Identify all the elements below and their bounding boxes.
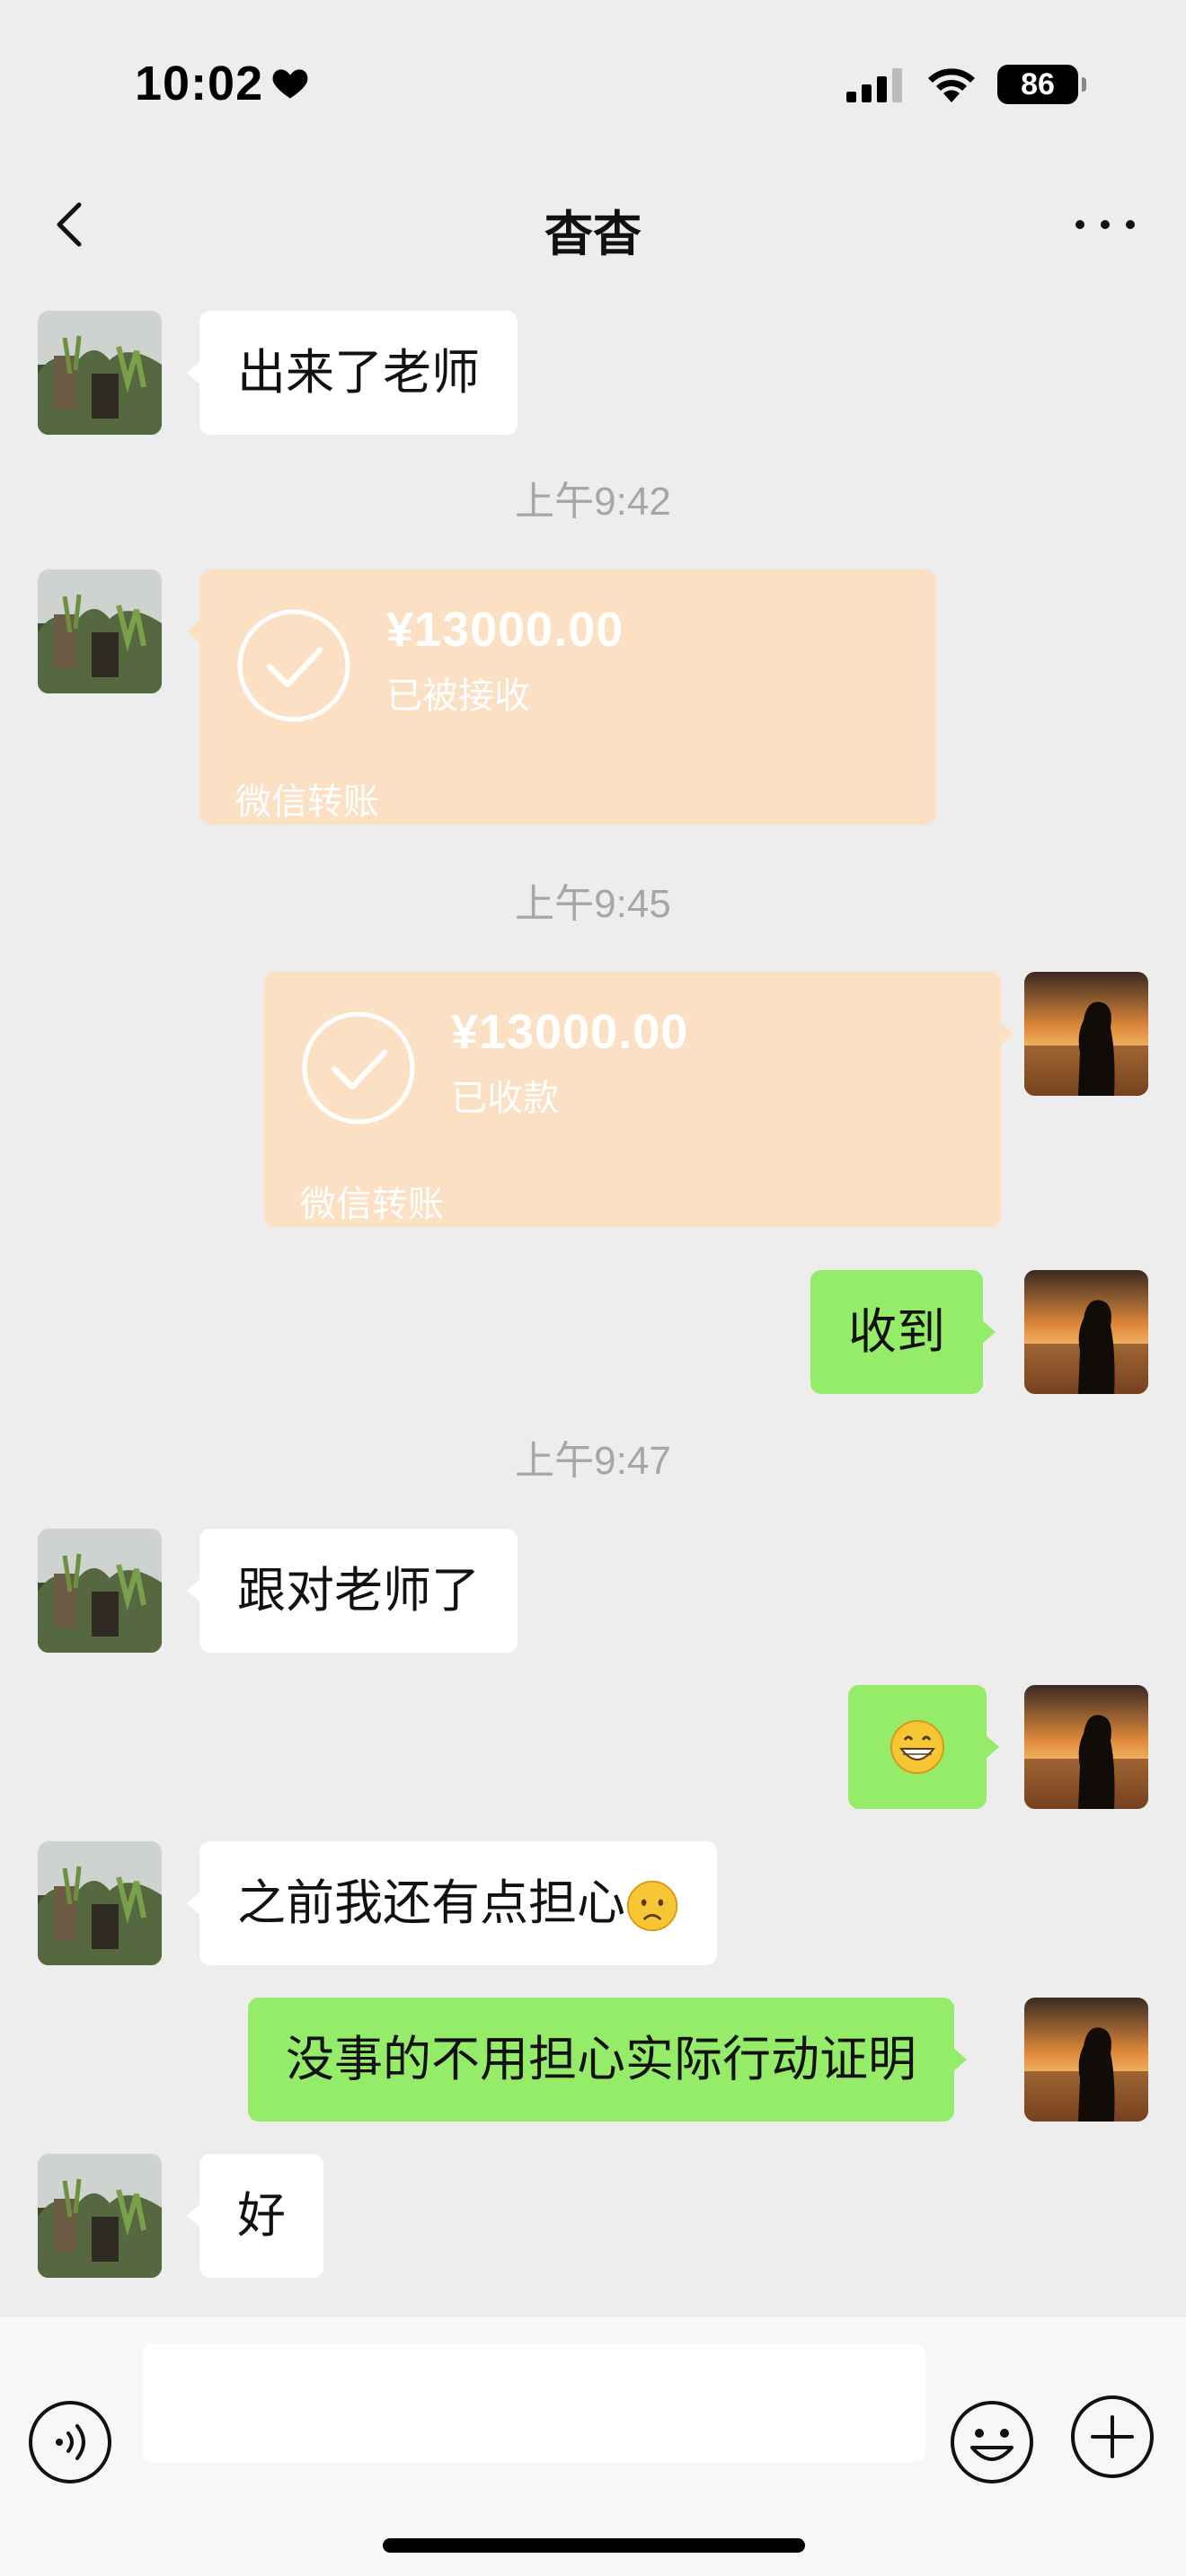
transfer-status: 已收款 <box>451 1078 559 1119</box>
timestamp: 上午9:45 <box>515 882 671 926</box>
message-input[interactable] <box>142 2343 925 2462</box>
contact-avatar[interactable] <box>38 569 162 693</box>
input-bar <box>0 2316 1186 2576</box>
incoming-message[interactable]: 好 <box>187 2154 323 2278</box>
wifi-icon <box>928 68 975 102</box>
worried-face-emoji-icon <box>626 1881 678 1932</box>
outgoing-emoji-message[interactable] <box>848 1685 999 1809</box>
nav-bar: 杳杳 <box>0 171 1186 278</box>
incoming-message[interactable]: 跟对老师了 <box>187 1529 518 1653</box>
more-actions-plus-icon[interactable] <box>1069 2394 1155 2480</box>
contact-avatar[interactable] <box>38 1841 162 1965</box>
incoming-message[interactable]: 出来了老师 <box>187 311 518 435</box>
outgoing-message[interactable]: 收到 <box>810 1270 996 1394</box>
my-avatar[interactable] <box>1024 972 1148 1096</box>
battery-indicator: 86 <box>997 65 1086 104</box>
grinning-face-emoji-icon <box>890 1720 944 1774</box>
chat-title: 杳杳 <box>544 206 642 262</box>
transfer-amount: ¥13000.00 <box>451 1005 689 1059</box>
home-indicator[interactable] <box>383 2538 805 2553</box>
check-circle-icon <box>302 1011 415 1125</box>
outgoing-message[interactable]: 没事的不用担心实际行动证明 <box>248 1998 967 2122</box>
chat-screen: 10:02 86 杳杳 出来了老师 上午9:42 ¥13000.00 已被接收 … <box>0 0 1186 2576</box>
battery-level: 86 <box>1021 66 1055 101</box>
transfer-label: 微信转账 <box>235 781 379 823</box>
transfer-label: 微信转账 <box>300 1184 444 1225</box>
voice-input-icon[interactable] <box>27 2399 113 2485</box>
status-time-group: 10:02 <box>135 56 310 111</box>
status-icons: 86 <box>846 65 1086 104</box>
contact-avatar[interactable] <box>38 1529 162 1653</box>
my-avatar[interactable] <box>1024 1998 1148 2122</box>
transfer-card-incoming[interactable]: ¥13000.00 已被接收 微信转账 <box>187 569 936 825</box>
transfer-card-outgoing[interactable]: ¥13000.00 已收款 微信转账 <box>264 972 1013 1227</box>
my-avatar[interactable] <box>1024 1270 1148 1394</box>
timestamp: 上午9:47 <box>515 1439 671 1483</box>
status-bar: 10:02 86 <box>0 0 1186 171</box>
message-text: 之前我还有点担心 <box>237 1875 625 1931</box>
timestamp: 上午9:42 <box>515 480 671 524</box>
transfer-status: 已被接收 <box>386 675 530 717</box>
my-avatar[interactable] <box>1024 1685 1148 1809</box>
cellular-signal-icon <box>846 68 902 102</box>
incoming-message[interactable]: 之前我还有点担心 <box>187 1841 717 1965</box>
more-options-icon[interactable] <box>1069 207 1141 243</box>
contact-avatar[interactable] <box>38 311 162 435</box>
status-time: 10:02 <box>135 57 264 110</box>
check-circle-icon <box>237 609 350 722</box>
contact-avatar[interactable] <box>38 2154 162 2278</box>
heart-icon <box>272 69 308 99</box>
transfer-amount: ¥13000.00 <box>386 603 624 657</box>
emoji-picker-icon[interactable] <box>949 2399 1035 2485</box>
